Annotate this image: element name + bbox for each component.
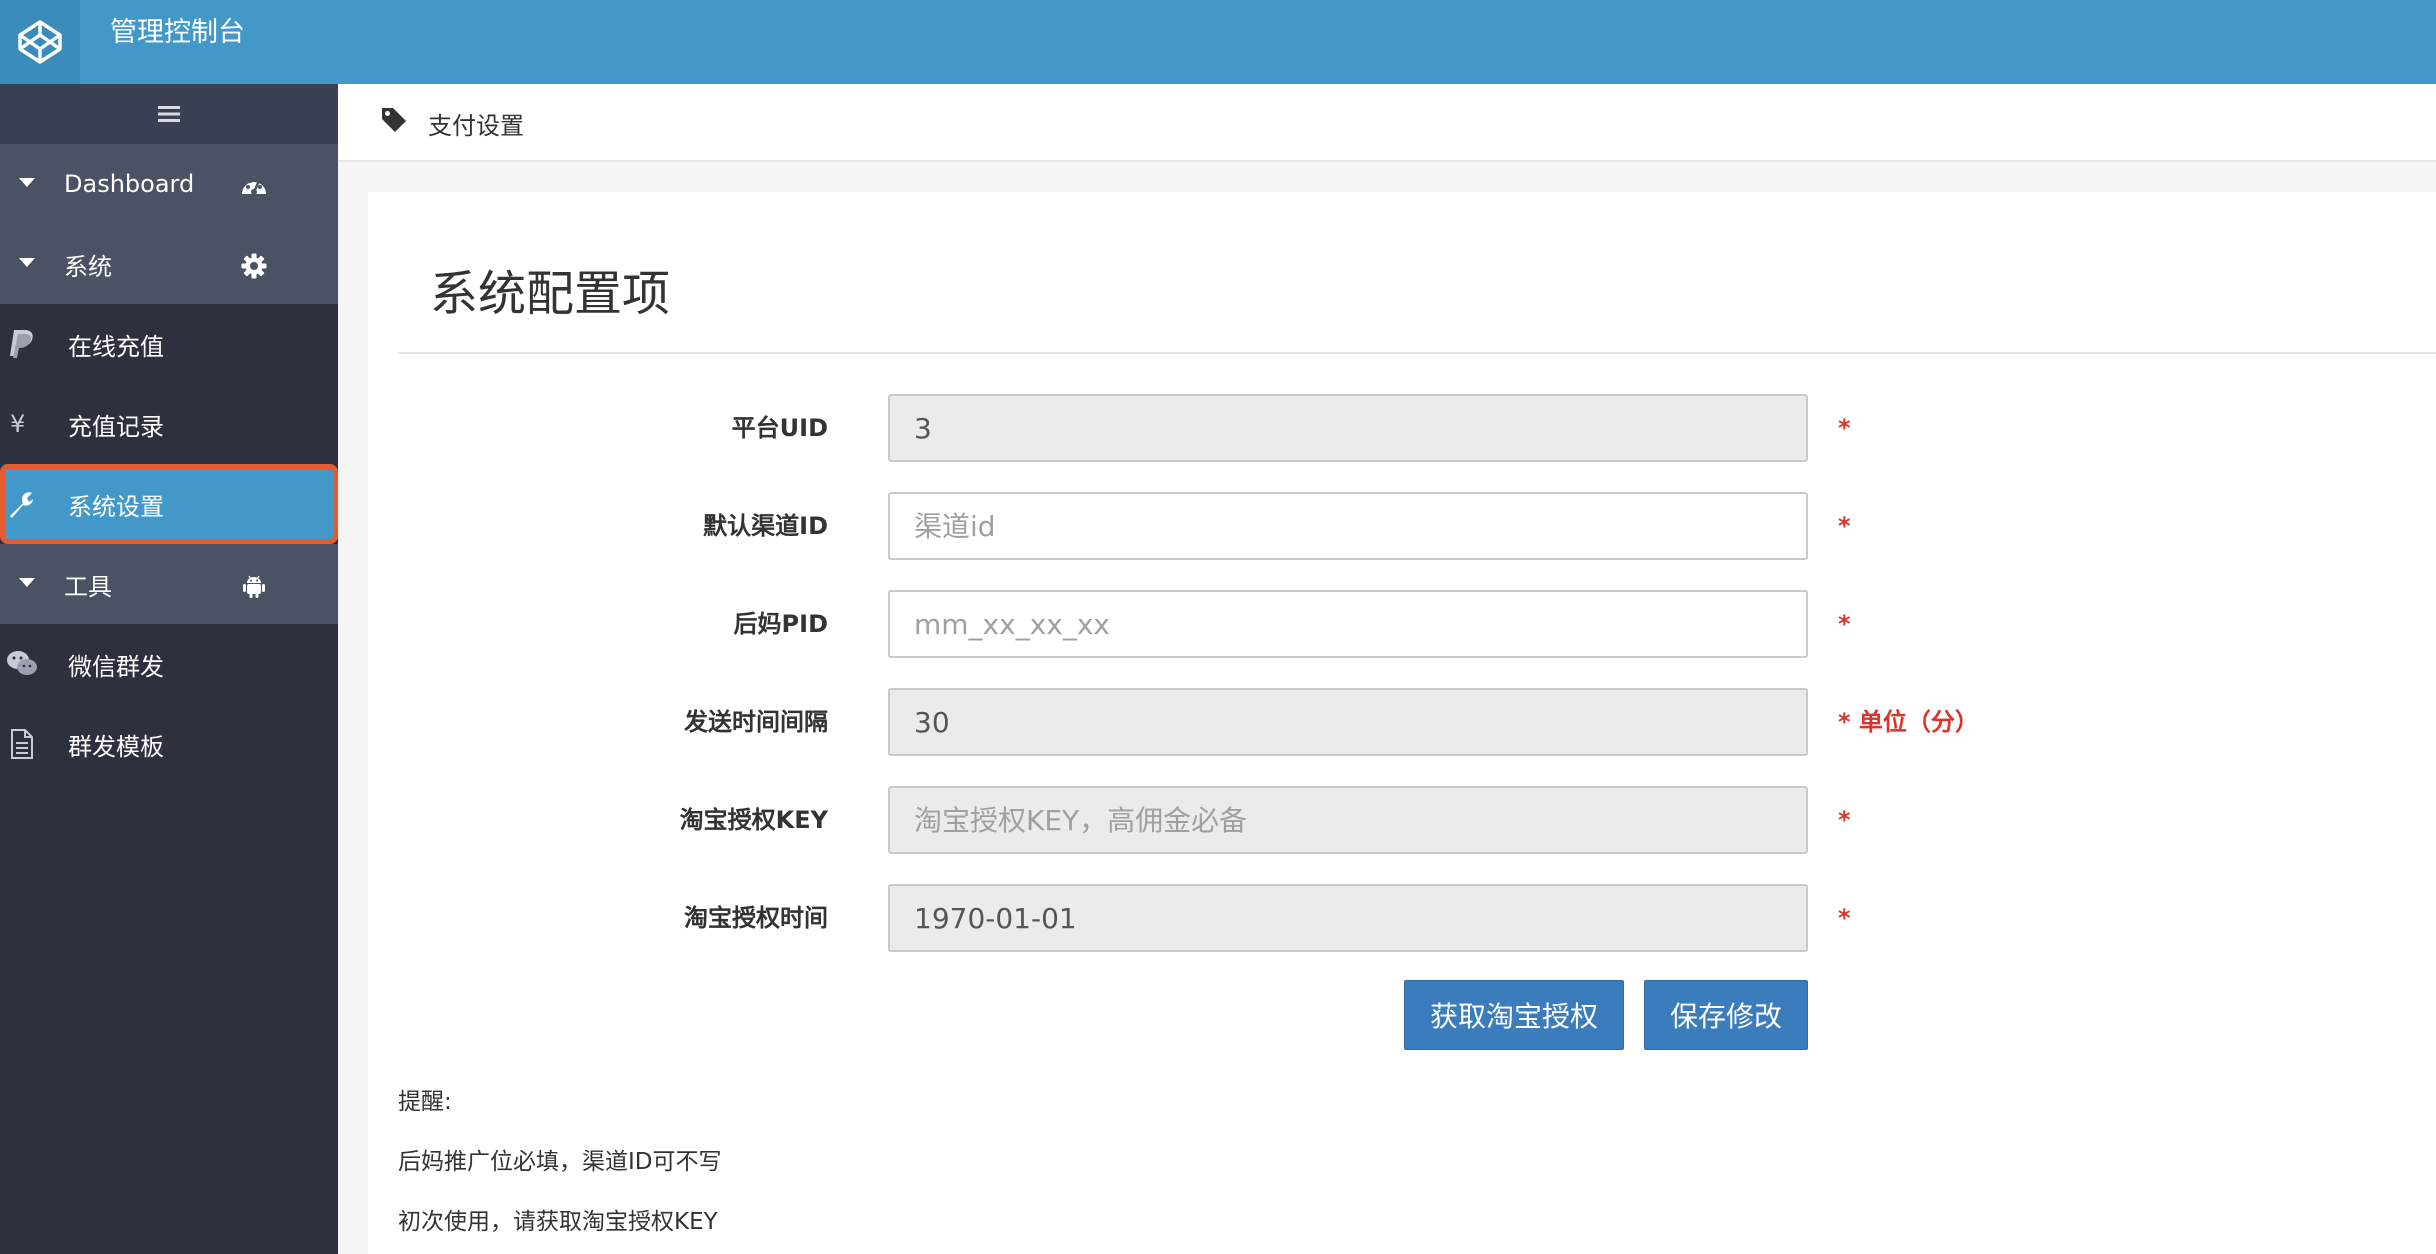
breadcrumb-label: 支付设置 xyxy=(428,112,524,140)
field-label: 淘宝授权KEY xyxy=(679,806,828,834)
platform-uid-input[interactable] xyxy=(888,394,1808,462)
paypal-icon xyxy=(10,330,33,358)
field-label: 默认渠道ID xyxy=(703,512,828,540)
sidebar-group-label: Dashboard xyxy=(64,170,195,198)
form-row-platform-uid: 平台UID * xyxy=(0,394,2436,462)
taobao-auth-key-input[interactable] xyxy=(888,786,1808,854)
field-label: 平台UID xyxy=(731,414,828,442)
field-label: 淘宝授权时间 xyxy=(684,904,828,932)
card-divider xyxy=(398,352,2436,354)
caret-down-icon xyxy=(19,178,35,187)
dashboard-icon xyxy=(242,177,266,195)
tip-line: 初次使用，请获取淘宝授权KEY xyxy=(398,1209,718,1235)
hamburger-icon xyxy=(158,106,180,122)
get-taobao-auth-button[interactable]: 获取淘宝授权 xyxy=(1404,980,1624,1050)
tips-heading: 提醒: xyxy=(398,1089,452,1115)
caret-down-icon xyxy=(19,258,35,267)
default-channel-id-input[interactable] xyxy=(888,492,1808,560)
field-label: 发送时间间隔 xyxy=(684,708,828,736)
required-note: * xyxy=(1838,904,1851,932)
logo[interactable] xyxy=(0,0,80,84)
sidebar: Dashboard 系统 在线充值 ¥ 充值记录 系统设置 工具 微信群发 群发… xyxy=(0,84,338,1254)
form-row-default-channel-id: 默认渠道ID * xyxy=(0,492,2436,560)
breadcrumb: 支付设置 xyxy=(338,84,2436,162)
send-interval-input[interactable] xyxy=(888,688,1808,756)
required-note: * xyxy=(1838,610,1851,638)
required-note: * 单位（分） xyxy=(1838,708,1979,736)
form-row-taobao-auth-time: 淘宝授权时间 * xyxy=(0,884,2436,952)
required-note: * xyxy=(1838,806,1851,834)
card-title: 系统配置项 xyxy=(430,266,671,322)
pid-input[interactable] xyxy=(888,590,1808,658)
form-row-taobao-auth-key: 淘宝授权KEY * xyxy=(0,786,2436,854)
required-note: * xyxy=(1838,414,1851,442)
sidebar-group-dashboard[interactable]: Dashboard xyxy=(0,144,338,224)
tip-line: 后妈推广位必填，渠道ID可不写 xyxy=(398,1149,722,1175)
gear-icon xyxy=(241,253,267,279)
sidebar-toggle[interactable] xyxy=(0,84,338,144)
sidebar-group-system[interactable]: 系统 xyxy=(0,224,338,304)
sidebar-group-label: 系统 xyxy=(64,252,112,281)
field-label: 后妈PID xyxy=(733,610,828,638)
top-header: 管理控制台 xyxy=(0,0,2436,84)
form-row-pid: 后妈PID * xyxy=(0,590,2436,658)
sidebar-item-label: 在线充值 xyxy=(68,332,164,361)
form-row-send-interval: 发送时间间隔 * 单位（分） xyxy=(0,688,2436,756)
codepen-logo-icon xyxy=(18,20,62,64)
required-note: * xyxy=(1838,512,1851,540)
taobao-auth-time-input[interactable] xyxy=(888,884,1808,952)
save-button[interactable]: 保存修改 xyxy=(1644,980,1808,1050)
sidebar-item-online-recharge[interactable]: 在线充值 xyxy=(0,304,338,384)
caret-down-icon xyxy=(19,578,35,587)
tag-icon xyxy=(382,108,406,132)
app-title: 管理控制台 xyxy=(110,17,245,48)
